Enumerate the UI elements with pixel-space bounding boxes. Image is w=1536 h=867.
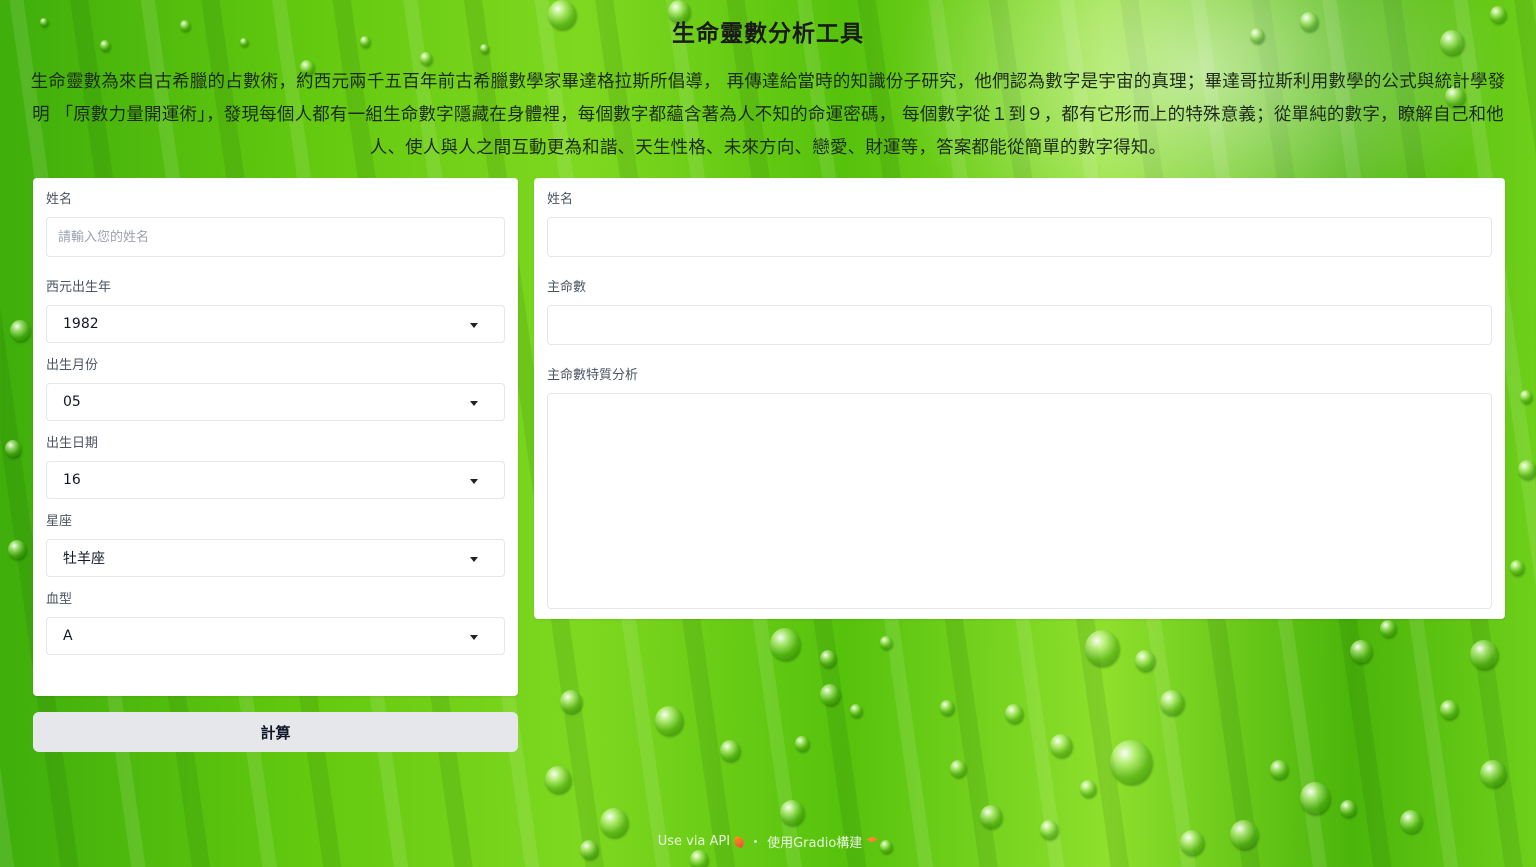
analysis-label: 主命數特質分析 (547, 368, 639, 383)
water-drop (1510, 560, 1524, 575)
output-panel: 姓名 主命數 主命數特質分析 (534, 178, 1505, 619)
water-drop (820, 650, 836, 667)
water-drop (820, 684, 840, 705)
chevron-down-icon (470, 635, 478, 640)
name-input[interactable] (46, 217, 505, 257)
zodiac-label: 星座 (46, 514, 73, 529)
analysis-field: 主命數特質分析 (547, 366, 1492, 609)
water-drop (1110, 740, 1152, 785)
built-with-gradio-link[interactable]: 使用Gradio構建 (767, 832, 879, 851)
blood-type-dropdown[interactable]: A (46, 617, 505, 655)
water-drop (1300, 782, 1330, 814)
birth-day-label: 出生日期 (46, 436, 99, 451)
water-drop (980, 805, 1002, 829)
water-drop (940, 700, 954, 715)
zodiac-value: 牡羊座 (63, 551, 105, 567)
water-drop (950, 760, 966, 777)
gradio-logo-icon (866, 836, 879, 843)
chevron-down-icon (470, 323, 478, 328)
input-form-panel: 姓名 西元出生年 1982 出生月份 05 出生日期 16 星座 牡羊座 血型 … (33, 178, 518, 696)
water-drop (1350, 640, 1372, 664)
page-title: 生命靈數分析工具 (672, 21, 864, 47)
water-drop (780, 800, 804, 826)
water-drop (1518, 460, 1536, 479)
output-name-label: 姓名 (547, 192, 574, 207)
water-drop (1400, 810, 1422, 834)
name-field: 姓名 (46, 190, 505, 257)
water-drop (1270, 760, 1288, 779)
main-number-field: 主命數 (547, 278, 1492, 345)
water-drop (1340, 800, 1356, 817)
water-drop (10, 320, 30, 341)
zodiac-dropdown[interactable]: 牡羊座 (46, 539, 505, 577)
water-drop (850, 704, 862, 717)
main-number-textbox[interactable] (547, 305, 1492, 345)
blood-type-label: 血型 (46, 592, 73, 607)
water-drop (545, 766, 571, 794)
blood-type-value: A (63, 628, 73, 644)
water-drop (880, 636, 892, 649)
water-drop (690, 850, 708, 867)
rocket-icon (732, 835, 746, 848)
birth-day-value: 16 (63, 472, 81, 488)
output-name-textbox[interactable] (547, 217, 1492, 257)
footer: Use via API 使用Gradio構建 (0, 832, 1536, 851)
water-drop (1480, 760, 1506, 788)
birth-year-value: 1982 (63, 316, 99, 332)
birth-year-dropdown[interactable]: 1982 (46, 305, 505, 343)
water-drop (1005, 704, 1023, 723)
water-drop (1380, 620, 1396, 637)
water-drop (655, 706, 683, 736)
birth-year-field: 西元出生年 1982 (46, 278, 505, 343)
water-drop (795, 736, 809, 751)
main-number-label: 主命數 (547, 280, 587, 295)
water-drop (1085, 630, 1119, 666)
calculate-button[interactable]: 計算 (33, 712, 518, 752)
built-with-gradio-label: 使用Gradio構建 (767, 836, 863, 851)
birth-month-field: 出生月份 05 (46, 356, 505, 421)
footer-separator (754, 840, 758, 843)
chevron-down-icon (470, 557, 478, 562)
water-drop (1135, 650, 1155, 671)
use-via-api-label: Use via API (657, 834, 731, 849)
birth-day-dropdown[interactable]: 16 (46, 461, 505, 499)
water-drop (720, 740, 740, 761)
water-drop (1160, 690, 1184, 716)
water-drop (1050, 734, 1072, 758)
birth-month-dropdown[interactable]: 05 (46, 383, 505, 421)
chevron-down-icon (470, 479, 478, 484)
output-name-field: 姓名 (547, 190, 1492, 257)
analysis-textarea[interactable] (547, 393, 1492, 609)
zodiac-field: 星座 牡羊座 (46, 512, 505, 577)
water-drop (770, 628, 800, 660)
water-drop (420, 52, 432, 65)
birth-month-label: 出生月份 (46, 358, 99, 373)
birth-day-field: 出生日期 16 (46, 434, 505, 499)
water-drop (1470, 640, 1498, 670)
birth-year-label: 西元出生年 (46, 280, 112, 295)
water-drop (560, 690, 582, 714)
use-via-api-link[interactable]: Use via API (657, 834, 746, 849)
water-drop (1080, 780, 1096, 797)
water-drop (1520, 390, 1532, 403)
intro-text: 生命靈數為來自古希臘的占數術，約西元兩千五百年前古希臘數學家畢達格拉斯所倡導， … (30, 72, 1506, 158)
water-drop (5, 440, 21, 457)
blood-type-field: 血型 A (46, 590, 505, 655)
birth-month-value: 05 (63, 394, 81, 410)
name-label: 姓名 (46, 192, 73, 207)
water-drop (1440, 700, 1458, 719)
chevron-down-icon (470, 401, 478, 406)
water-drop (8, 540, 26, 559)
